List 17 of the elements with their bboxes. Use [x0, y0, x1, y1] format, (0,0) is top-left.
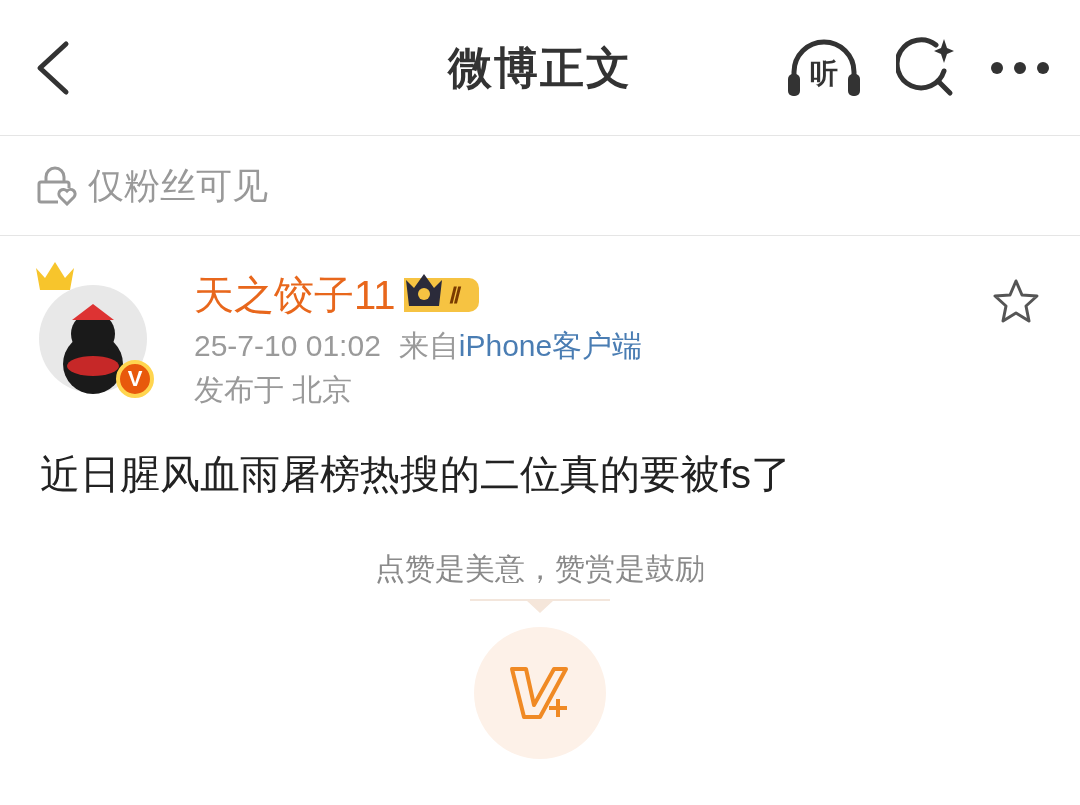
avatar[interactable] — [38, 284, 148, 394]
reward-hint: 点赞是美意，赞赏是鼓励 — [375, 551, 705, 587]
post-location: 发布于 北京 — [194, 372, 354, 408]
verified-badge: V — [116, 360, 154, 398]
listen-button[interactable]: 听 — [786, 35, 862, 100]
source-link[interactable]: iPhone客户端 — [458, 324, 643, 368]
lock-heart-icon — [36, 165, 78, 206]
page-title: 微博正文 — [448, 41, 632, 94]
more-icon[interactable] — [990, 60, 1050, 75]
source-prefix: 来自 — [398, 328, 459, 364]
author-name[interactable]: 天之饺子11 — [194, 266, 396, 324]
post-time: 25-7-10 01:02 — [194, 328, 381, 364]
star-icon[interactable] — [992, 278, 1040, 324]
post-text: 近日腥风血雨屠榜热搜的二位真的要被fs了 — [39, 451, 793, 498]
fans-only-label: 仅粉丝可见 — [88, 163, 268, 208]
pointer-icon — [470, 599, 610, 615]
search-icon[interactable] — [896, 36, 956, 99]
